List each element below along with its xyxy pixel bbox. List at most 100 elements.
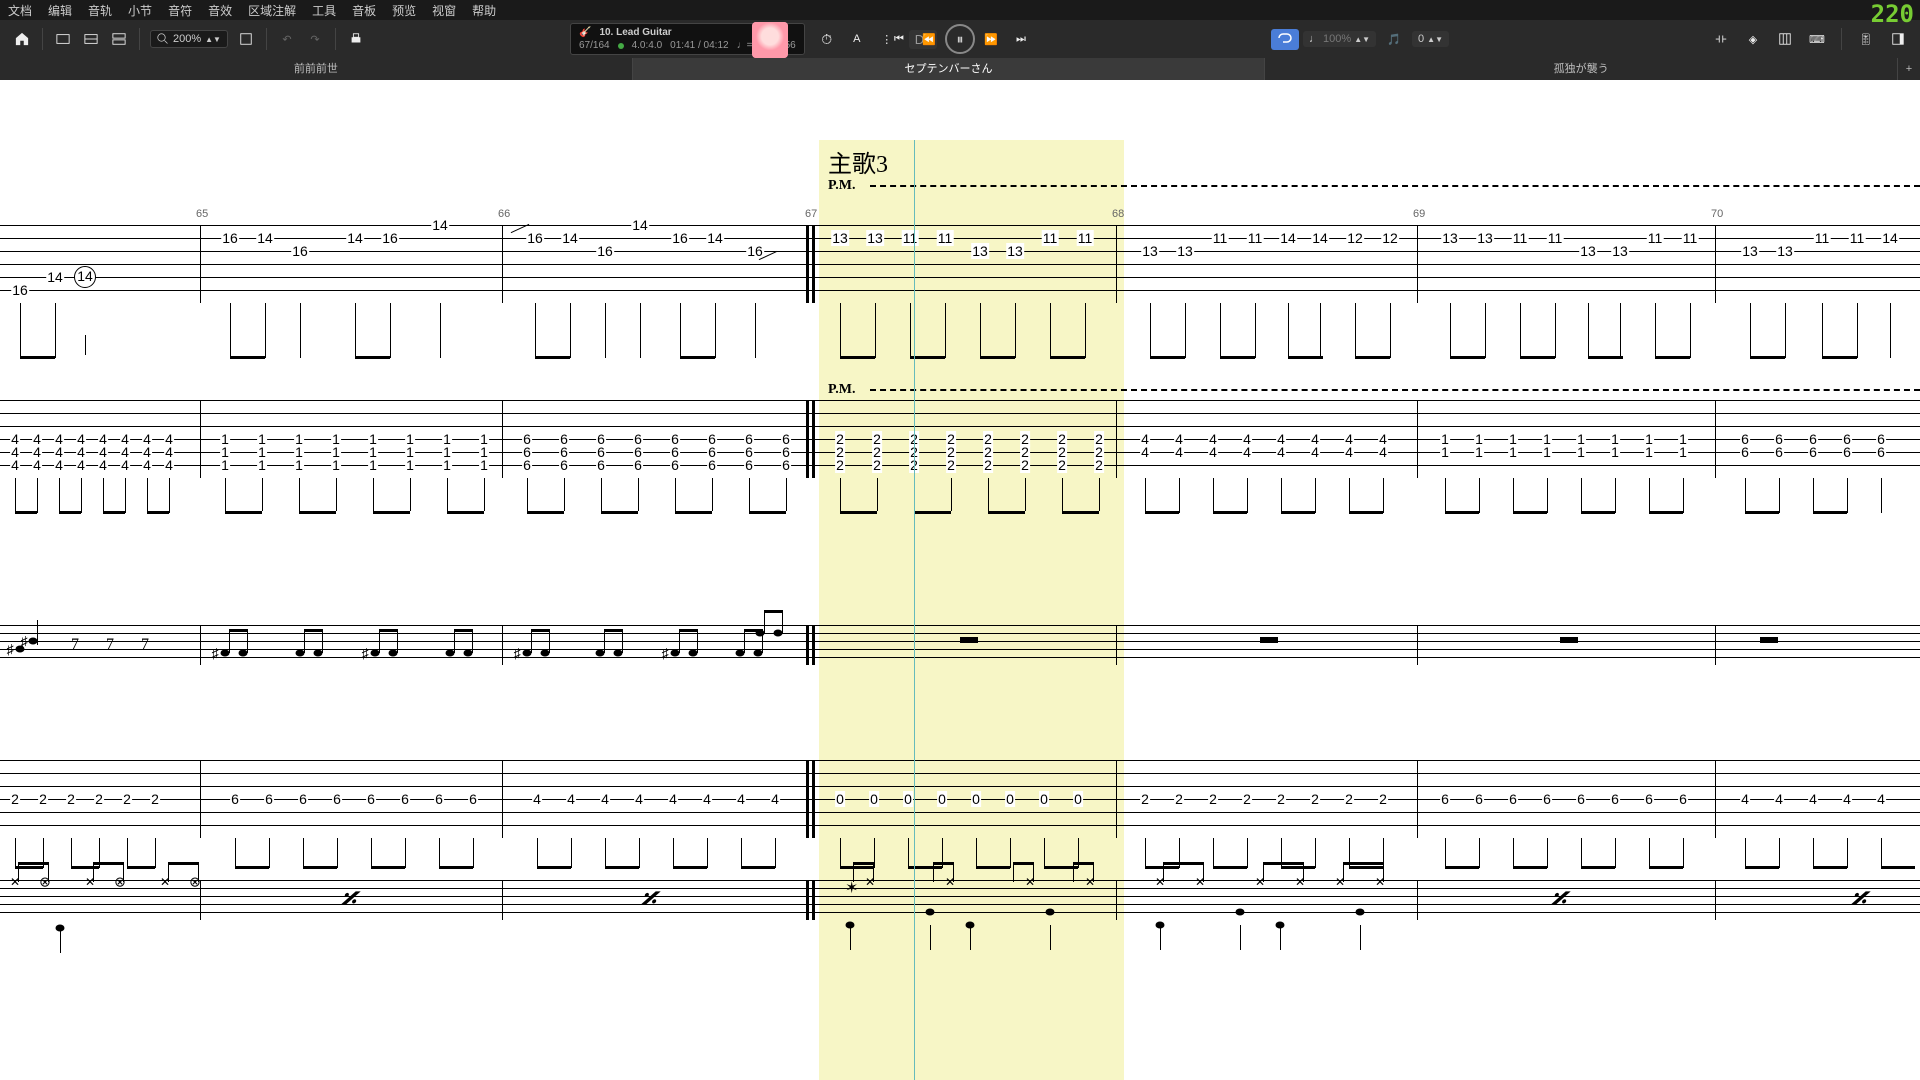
fret-number[interactable]: 1 — [257, 457, 267, 473]
skip-end-icon[interactable]: ⏭ — [1009, 27, 1033, 51]
fret-number[interactable]: 14 — [46, 269, 64, 285]
tuning-fork-icon[interactable]: 🎵 — [1382, 27, 1406, 51]
redo-icon[interactable]: ↷ — [303, 27, 327, 51]
menu-note[interactable]: 音符 — [168, 2, 192, 19]
fret-number[interactable]: 13 — [1441, 230, 1459, 246]
fret-number[interactable]: 2 — [1378, 791, 1388, 807]
pitch-control[interactable]: 0▲▼ — [1412, 31, 1449, 47]
fret-number[interactable]: 6 — [230, 791, 240, 807]
fret-number[interactable]: 11 — [1512, 230, 1529, 246]
fret-number[interactable]: 4 — [770, 791, 780, 807]
fret-number[interactable]: 4 — [1310, 444, 1320, 460]
fret-number[interactable]: 2 — [94, 791, 104, 807]
fret-number[interactable]: 14 — [631, 217, 649, 233]
menu-tool[interactable]: 工具 — [312, 2, 336, 19]
panel1-icon[interactable] — [1709, 27, 1733, 51]
fret-number[interactable]: 16 — [596, 243, 614, 259]
fret-number[interactable]: 2 — [1242, 791, 1252, 807]
fret-number[interactable]: 16 — [526, 230, 544, 246]
fret-number[interactable]: 14 — [1311, 230, 1329, 246]
menu-sound[interactable]: 音板 — [352, 2, 376, 19]
fret-number[interactable]: 1 — [1678, 444, 1688, 460]
menu-preview[interactable]: 预览 — [392, 2, 416, 19]
fret-number[interactable]: 4 — [1774, 791, 1784, 807]
fret-number[interactable]: 6 — [781, 457, 791, 473]
fret-number[interactable]: 4 — [1140, 444, 1150, 460]
fret-number[interactable]: 4 — [164, 457, 174, 473]
menu-help[interactable]: 帮助 — [472, 2, 496, 19]
fret-number[interactable]: 4 — [1208, 444, 1218, 460]
fret-number[interactable]: 13 — [1741, 243, 1759, 259]
fret-number[interactable]: 4 — [120, 457, 130, 473]
fret-number[interactable]: 6 — [596, 457, 606, 473]
fret-number[interactable]: 13 — [1141, 243, 1159, 259]
fret-number[interactable]: 13 — [1611, 243, 1629, 259]
fret-number[interactable]: 2 — [1020, 457, 1030, 473]
forward-icon[interactable]: ⏩ — [979, 27, 1003, 51]
layout2-icon[interactable] — [79, 27, 103, 51]
fret-number[interactable]: 13 — [1579, 243, 1597, 259]
fret-number[interactable]: 13 — [1006, 243, 1024, 259]
fret-number[interactable]: 6 — [264, 791, 274, 807]
fit-icon[interactable] — [234, 27, 258, 51]
fret-number[interactable]: 4 — [668, 791, 678, 807]
fret-number[interactable]: 2 — [66, 791, 76, 807]
fret-number[interactable]: 12 — [1346, 230, 1364, 246]
fret-number[interactable]: 14 — [1881, 230, 1899, 246]
layout1-icon[interactable] — [51, 27, 75, 51]
fret-number[interactable]: 4 — [1378, 444, 1388, 460]
fret-number[interactable]: 6 — [522, 457, 532, 473]
fret-number[interactable]: 6 — [1774, 444, 1784, 460]
fret-number[interactable]: 6 — [1576, 791, 1586, 807]
fret-number[interactable]: 2 — [150, 791, 160, 807]
fret-number[interactable]: 1 — [220, 457, 230, 473]
menu-section[interactable]: 区域注解 — [248, 2, 296, 19]
fret-number[interactable]: 11 — [1814, 230, 1831, 246]
rewind-icon[interactable]: ⏪ — [917, 27, 941, 51]
fret-number[interactable]: 13 — [866, 230, 884, 246]
fret-number[interactable]: 0 — [1039, 791, 1049, 807]
fret-number[interactable]: 2 — [122, 791, 132, 807]
fret-number[interactable]: 0 — [971, 791, 981, 807]
panel-toggle-icon[interactable] — [1886, 27, 1910, 51]
fret-number[interactable]: 4 — [736, 791, 746, 807]
fret-number[interactable]: 16 — [11, 282, 29, 298]
fret-number[interactable]: 2 — [10, 791, 20, 807]
fret-number[interactable]: 6 — [1876, 444, 1886, 460]
fret-number[interactable]: 2 — [835, 457, 845, 473]
fret-number[interactable]: 11 — [1647, 230, 1664, 246]
fret-number[interactable]: 4 — [10, 457, 20, 473]
fret-number[interactable]: 4 — [1242, 444, 1252, 460]
fret-number[interactable]: 0 — [937, 791, 947, 807]
fret-number[interactable]: 14 — [431, 217, 449, 233]
fret-number[interactable]: 6 — [468, 791, 478, 807]
fret-number[interactable]: 6 — [298, 791, 308, 807]
fret-number[interactable]: 2 — [1174, 791, 1184, 807]
keyboard-icon[interactable]: ⌨ — [1805, 27, 1829, 51]
fret-number[interactable]: 4 — [1174, 444, 1184, 460]
fret-number[interactable]: 6 — [744, 457, 754, 473]
tab-1[interactable]: 前前前世 — [0, 58, 633, 80]
fret-number[interactable]: 14 — [74, 266, 96, 288]
fret-number[interactable]: 2 — [1094, 457, 1104, 473]
fret-number[interactable]: 4 — [32, 457, 42, 473]
fret-number[interactable]: 6 — [633, 457, 643, 473]
fret-number[interactable]: 4 — [1276, 444, 1286, 460]
speed-control[interactable]: ♩100%▲▼ — [1303, 31, 1376, 47]
fret-number[interactable]: 6 — [1842, 444, 1852, 460]
fret-number[interactable]: 1 — [1576, 444, 1586, 460]
fret-number[interactable]: 2 — [1208, 791, 1218, 807]
fret-number[interactable]: 0 — [1073, 791, 1083, 807]
fretboard-icon[interactable] — [1773, 27, 1797, 51]
fret-number[interactable]: 1 — [368, 457, 378, 473]
avatar-widget[interactable] — [752, 22, 788, 58]
fret-number[interactable]: 14 — [346, 230, 364, 246]
fret-number[interactable]: 12 — [1381, 230, 1399, 246]
fret-number[interactable]: 4 — [98, 457, 108, 473]
fret-number[interactable]: 2 — [1344, 791, 1354, 807]
panel2-icon[interactable]: ◈ — [1741, 27, 1765, 51]
fret-number[interactable]: 6 — [332, 791, 342, 807]
fret-number[interactable]: 16 — [221, 230, 239, 246]
fret-number[interactable]: 6 — [400, 791, 410, 807]
fret-number[interactable]: 6 — [1440, 791, 1450, 807]
